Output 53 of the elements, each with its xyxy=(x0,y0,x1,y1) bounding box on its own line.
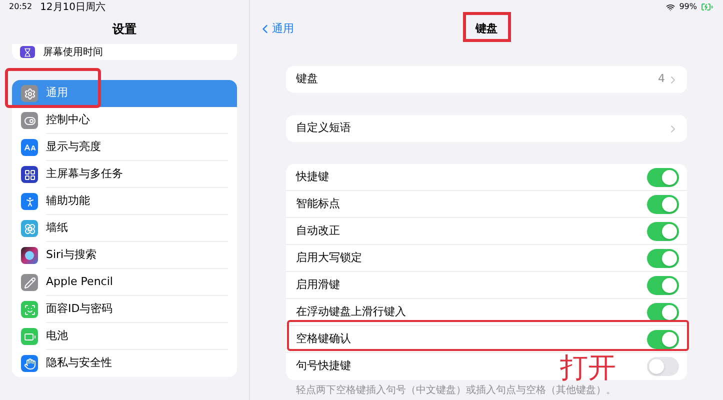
sidebar-item[interactable]: Apple Pencil xyxy=(12,269,237,296)
sidebar-item[interactable]: 面容ID与密码 xyxy=(12,296,237,323)
row-label[interactable]: 智能标点 xyxy=(296,196,340,212)
toggle-switch[interactable] xyxy=(647,248,679,268)
pencil-icon xyxy=(21,274,38,291)
row-value: 4 xyxy=(658,71,665,88)
toggle-switch[interactable] xyxy=(647,276,679,294)
battery-percent: 99% xyxy=(679,1,697,13)
wifi-icon xyxy=(666,2,676,12)
grid-icon xyxy=(21,166,38,183)
toggle-icon xyxy=(21,112,38,129)
face-scan-icon xyxy=(21,301,38,318)
row-label[interactable]: 自定义短语 xyxy=(296,120,351,137)
row-label[interactable]: 自动改正 xyxy=(296,222,340,240)
orb-icon xyxy=(21,247,38,264)
toggle-switch[interactable] xyxy=(647,168,679,186)
annotation-box xyxy=(463,12,511,42)
sidebar-item[interactable]: 电池 xyxy=(12,323,237,350)
annotation-text: 打开 xyxy=(560,352,616,383)
sidebar-item[interactable]: 控制中心 xyxy=(12,107,237,134)
back-button[interactable]: 通用 xyxy=(258,20,294,38)
toggle-switch[interactable] xyxy=(647,194,679,214)
sidebar-item[interactable]: 主屏幕与多任务 xyxy=(12,161,237,188)
person-icon xyxy=(21,193,38,210)
sidebar-item[interactable]: 显示与亮度 xyxy=(12,134,237,161)
hourglass-icon xyxy=(20,46,35,58)
toggle-switch[interactable] xyxy=(647,330,679,348)
row-label[interactable]: 快捷键 xyxy=(296,168,329,186)
hand-icon xyxy=(21,355,38,372)
toggle-switch[interactable] xyxy=(647,357,679,376)
row-label[interactable]: 在浮动键盘上滑行键入 xyxy=(296,304,406,320)
row-label[interactable]: 键盘 xyxy=(296,71,318,88)
sidebar-item[interactable]: 辅助功能 xyxy=(12,188,237,215)
row-label[interactable]: 空格键确认 xyxy=(296,330,351,348)
sidebar-item[interactable]: 隐私与安全性 xyxy=(12,350,237,377)
sidebar-title: 设置 xyxy=(112,21,136,38)
flower-icon xyxy=(21,220,38,237)
sidebar-item[interactable]: 墙纸 xyxy=(12,215,237,242)
text-size-icon xyxy=(21,139,38,156)
row-label[interactable]: 句号快捷键 xyxy=(296,358,351,375)
page-title: 键盘 xyxy=(476,20,498,37)
status-time: 20:52 xyxy=(9,1,32,13)
status-date: 12月10日周六 xyxy=(40,0,106,14)
sidebar-item[interactable]: Siri与搜索 xyxy=(12,242,237,269)
gear-icon xyxy=(21,85,38,102)
footnote: 轻点两下空格键插入句号（中文键盘）或插入句点与空格（其他键盘）。 xyxy=(295,384,617,398)
row-label[interactable]: 启用滑键 xyxy=(296,276,340,294)
toggle-switch[interactable] xyxy=(647,302,679,322)
sidebar-item[interactable]: 屏幕使用时间 xyxy=(12,44,237,60)
toggle-switch[interactable] xyxy=(647,222,679,240)
row-label[interactable]: 启用大写锁定 xyxy=(296,250,362,266)
battery-icon xyxy=(701,1,713,13)
battery-icon xyxy=(21,328,38,345)
